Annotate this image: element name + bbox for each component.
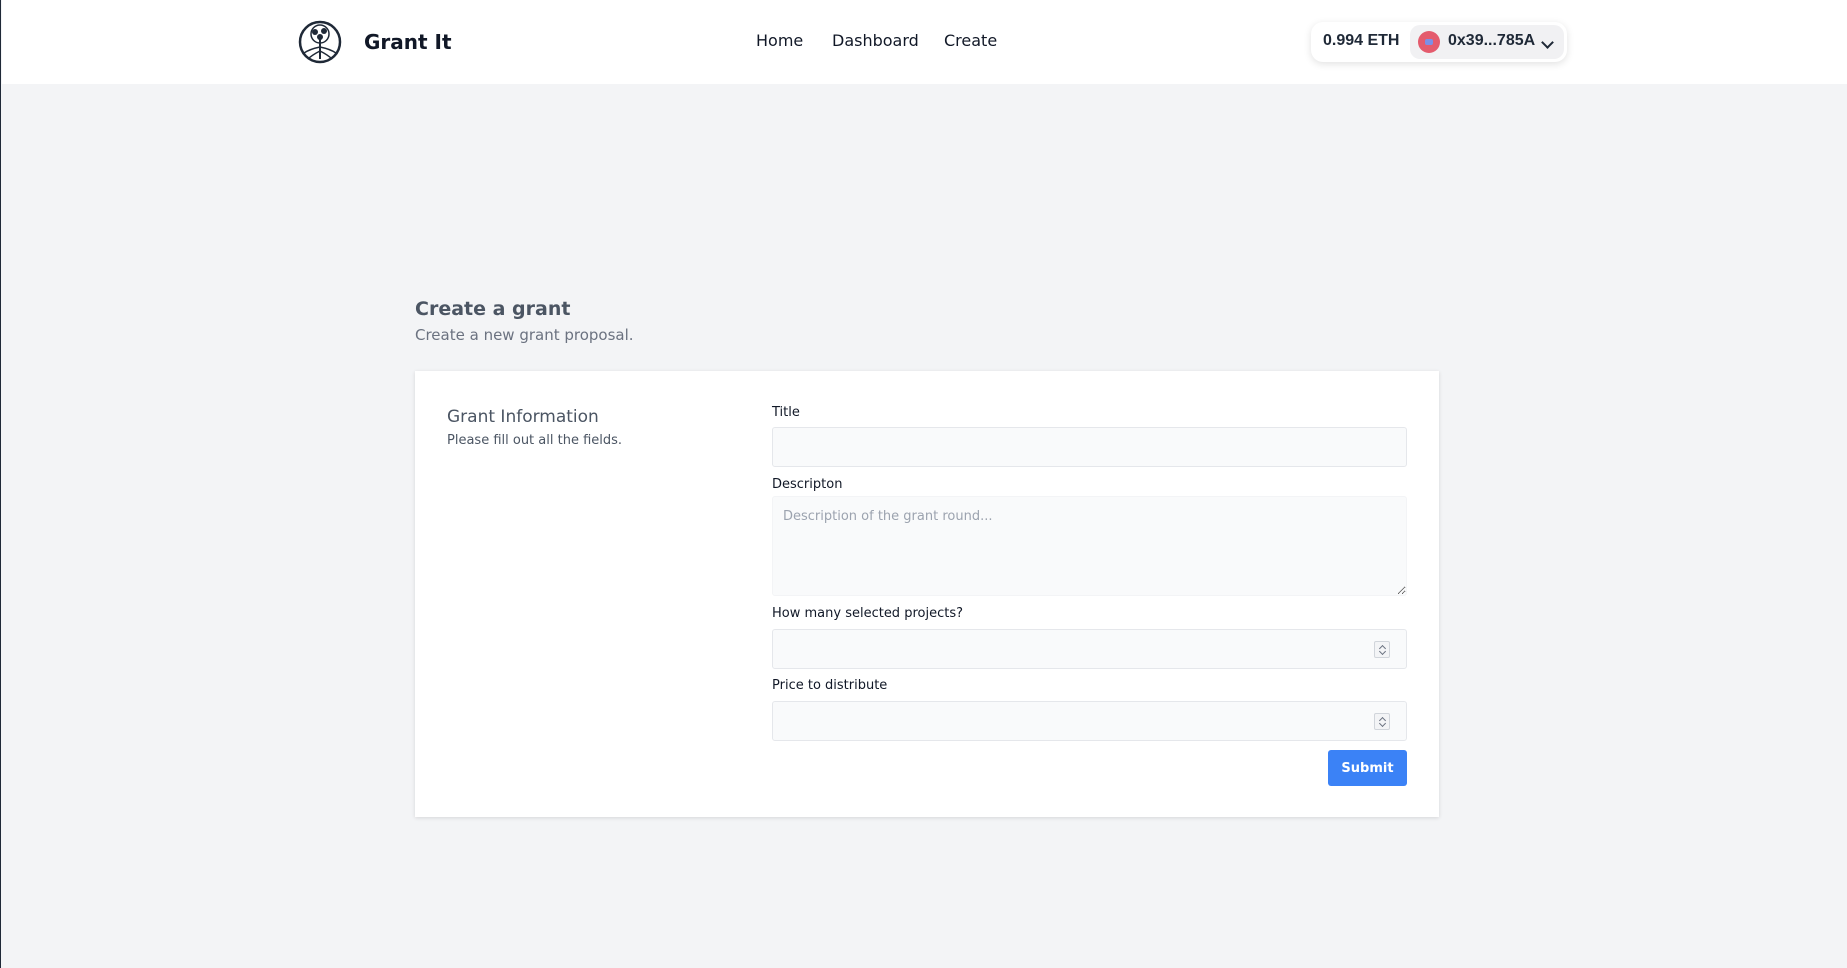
projects-count-input[interactable] xyxy=(772,629,1407,669)
eth-balance[interactable]: 0.994 ETH xyxy=(1323,32,1399,50)
top-navbar: Grant It Home Dashboard Create 0.994 ETH… xyxy=(2,0,1847,84)
title-label: Title xyxy=(772,405,800,420)
description-label: Descripton xyxy=(772,477,843,492)
section-title: Grant Information xyxy=(447,407,599,427)
chevron-down-icon xyxy=(1541,36,1554,49)
projects-count-label: How many selected projects? xyxy=(772,606,963,621)
account-button[interactable]: 0x39...785A xyxy=(1410,25,1564,59)
price-label: Price to distribute xyxy=(772,678,888,693)
brand-name[interactable]: Grant It xyxy=(364,30,452,54)
number-stepper-icon[interactable] xyxy=(1374,641,1390,658)
price-input[interactable] xyxy=(772,701,1407,741)
number-stepper-icon[interactable] xyxy=(1374,713,1390,730)
app-frame: Grant It Home Dashboard Create 0.994 ETH… xyxy=(0,0,1847,968)
tree-logo-icon[interactable] xyxy=(298,19,342,65)
create-grant-form: Grant Information Please fill out all th… xyxy=(415,371,1439,817)
page-title: Create a grant xyxy=(415,298,571,320)
section-subtitle: Please fill out all the fields. xyxy=(447,433,623,448)
submit-button[interactable]: Submit xyxy=(1328,750,1407,786)
wallet-connect-widget: 0.994 ETH 0x39...785A xyxy=(1311,22,1567,62)
nav-dashboard-link[interactable]: Dashboard xyxy=(832,31,919,50)
account-avatar xyxy=(1418,31,1440,53)
account-address: 0x39...785A xyxy=(1448,32,1536,49)
nav-create-link[interactable]: Create xyxy=(944,31,997,50)
page-subtitle: Create a new grant proposal. xyxy=(415,326,634,344)
description-textarea[interactable] xyxy=(772,496,1407,596)
nav-home-link[interactable]: Home xyxy=(756,31,803,50)
title-input[interactable] xyxy=(772,427,1407,467)
